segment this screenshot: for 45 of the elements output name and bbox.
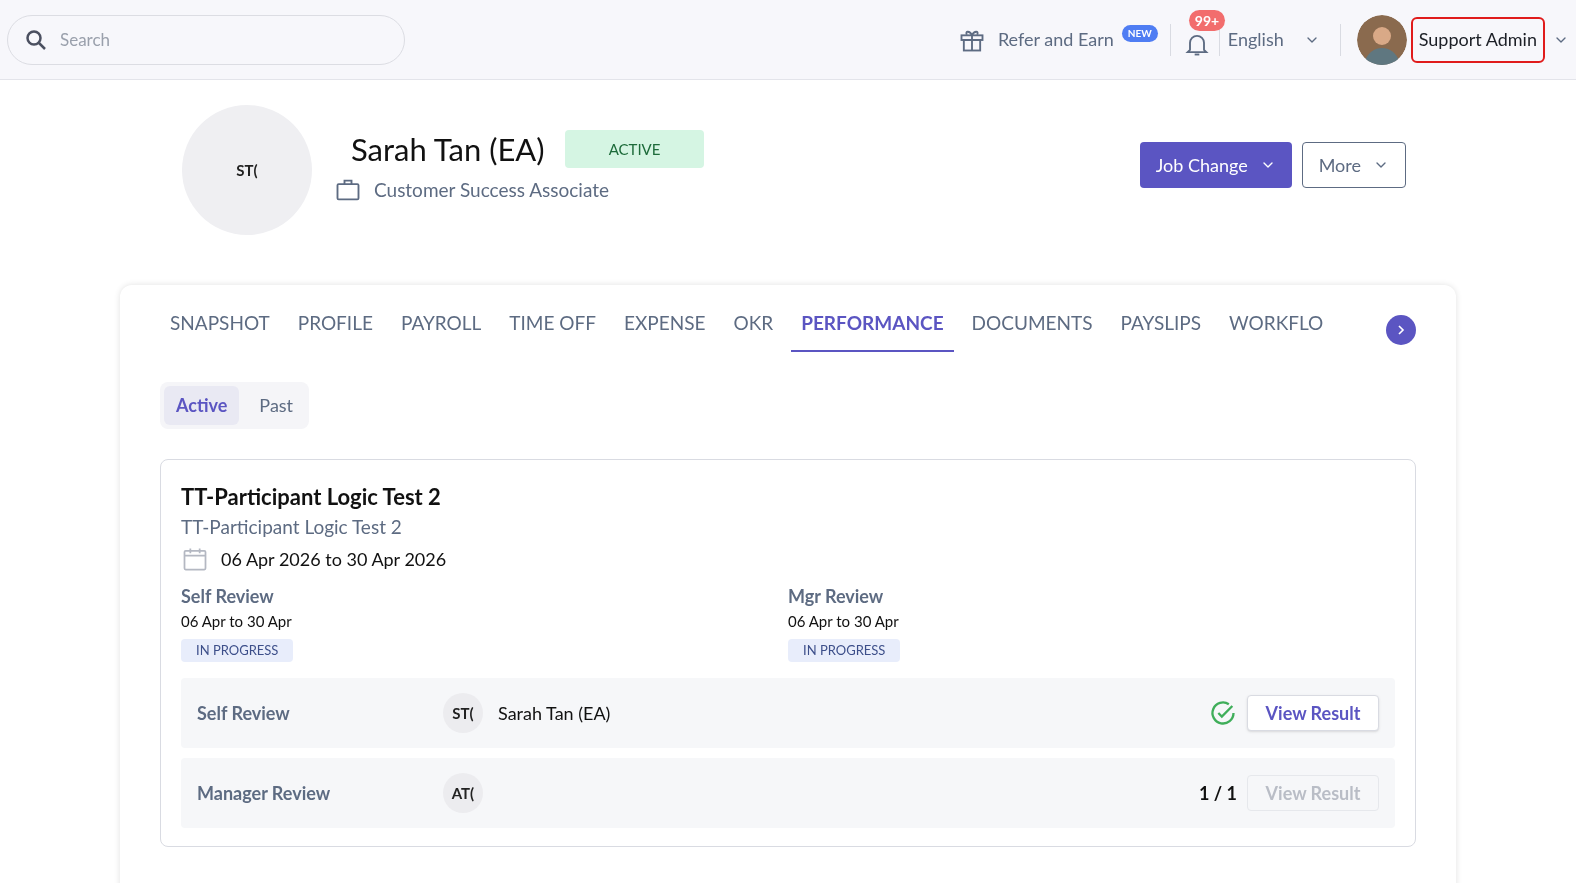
view-result-button[interactable]: View Result [1247,695,1379,731]
review-title: TT-Participant Logic Test 2 [181,481,442,512]
tab[interactable]: PAYROLL [390,309,492,352]
review-subtitle: TT-Participant Logic Test 2 [181,513,403,540]
reviewer-name: Sarah Tan (EA) [498,700,611,726]
refer-and-earn-link[interactable]: Refer and Earn [997,26,1114,53]
tab[interactable]: EXPENSE [614,309,716,352]
tab[interactable]: WORKFLO [1219,309,1334,352]
user-menu-button[interactable]: Support Admin [1410,16,1545,63]
initials-avatar: ST( [182,105,312,235]
job-change-button[interactable]: Job Change [1139,142,1292,188]
tab[interactable]: TIME OFF [499,309,606,352]
segment-tab[interactable]: Active [164,385,240,425]
notification-count-badge: 99+ [1188,9,1226,31]
search-input[interactable]: Search [60,26,388,53]
segment-tab[interactable]: Past [247,385,306,425]
new-badge: NEW [1121,25,1158,42]
stage-status-badge: IN PROGRESS [181,638,294,662]
more-button[interactable]: More [1301,142,1406,188]
tab[interactable]: PROFILE [287,309,383,352]
check-circle-icon [1209,699,1237,727]
tab[interactable]: PAYSLIPS [1110,309,1212,352]
employee-name: Sarah Tan (EA) [351,128,545,170]
search-icon [24,27,48,52]
review-type: Self Review [197,700,291,726]
tab[interactable]: PERFORMANCE [791,309,954,352]
review-type: Manager Review [197,780,332,806]
reviewer-initials: AT( [443,773,483,813]
reviewer-initials: ST( [443,693,483,733]
tab[interactable]: OKR [723,309,784,352]
language-dropdown[interactable]: English [1223,26,1324,53]
stage-name: Self Review [181,584,275,609]
job-title: Customer Success Associate [374,177,609,203]
stage-dates: 06 Apr to 30 Apr [788,611,900,632]
progress-count: 1 / 1 [1198,780,1237,806]
next-tabs-button[interactable] [1386,315,1416,345]
stage-dates: 06 Apr to 30 Apr [181,611,293,632]
user-avatar[interactable] [1356,14,1407,65]
status-badge: ACTIVE [564,129,705,168]
stage-status-badge: IN PROGRESS [788,638,901,662]
review-dates: 06 Apr 2026 to 30 Apr 2026 [221,546,447,572]
stage-name: Mgr Review [788,584,885,609]
tab[interactable]: DOCUMENTS [961,309,1103,352]
tab[interactable]: SNAPSHOT [160,309,280,352]
search-field[interactable]: Search [7,14,405,65]
